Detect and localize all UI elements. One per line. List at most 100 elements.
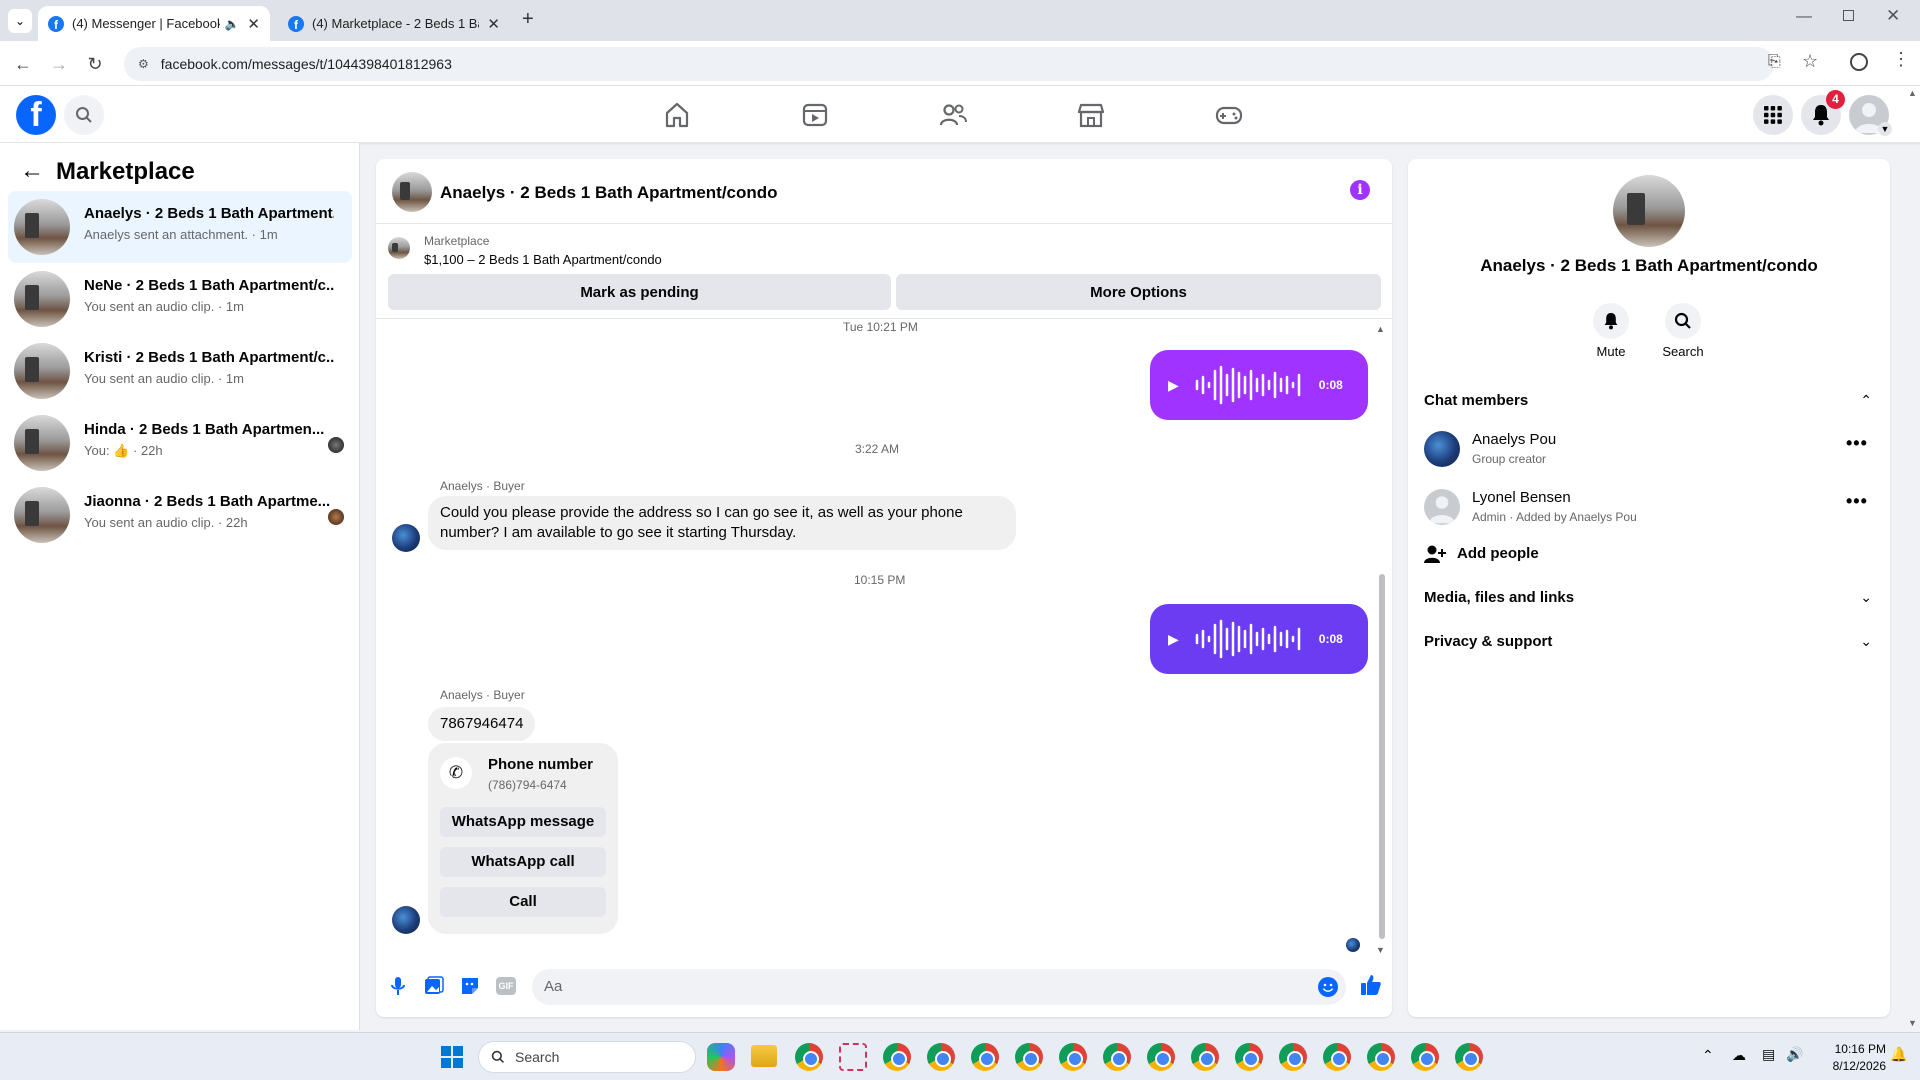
chrome-icon[interactable] [795,1043,823,1071]
mute-bell-icon[interactable] [1593,303,1629,339]
play-icon[interactable]: ▶ [1168,631,1179,648]
back-icon[interactable]: ← [10,51,36,77]
page-scroll-up-arrow[interactable]: ▲ [1908,88,1917,98]
facebook-favicon-icon: f [48,15,64,32]
facebook-logo-icon[interactable]: f [16,95,56,135]
play-icon[interactable]: ▶ [1168,377,1179,394]
chevron-up-icon[interactable]: ⌃ [1860,392,1872,409]
profile-icon[interactable] [1850,53,1868,71]
new-tab-button[interactable]: + [522,8,534,31]
reload-icon[interactable]: ↻ [82,51,108,77]
marketplace-icon[interactable] [1076,100,1106,130]
add-person-icon[interactable] [1424,544,1446,564]
bookmark-star-icon[interactable]: ☆ [1802,51,1818,72]
page-scroll-down-arrow[interactable]: ▼ [1908,1018,1917,1028]
member-avatar [1424,489,1460,525]
chrome-icon[interactable] [1323,1043,1351,1071]
chat-title[interactable]: Anaelys · 2 Beds 1 Bath Apartment/condo [440,183,778,203]
site-info-icon[interactable]: ⚙ [138,57,149,71]
gif-icon[interactable]: GIF [496,977,516,995]
chrome-icon[interactable] [1235,1043,1263,1071]
search-conversation-icon[interactable] [1665,303,1701,339]
chevron-down-icon[interactable]: ⌄ [1860,633,1872,650]
conversation-item[interactable]: Hinda · 2 Beds 1 Bath Apartmen... You: 👍… [8,407,352,479]
message-input[interactable]: Aa [532,969,1346,1005]
gaming-icon[interactable] [1214,100,1244,130]
volume-icon[interactable]: 🔊 [1786,1046,1803,1063]
audio-message[interactable]: ▶ 0:08 [1150,604,1368,674]
chrome-icon[interactable] [1279,1043,1307,1071]
conversation-title: NeNe · 2 Beds 1 Bath Apartment/c... [84,277,334,294]
listing-price[interactable]: $1,100 – 2 Beds 1 Bath Apartment/condo [424,252,662,267]
whatsapp-call-button[interactable]: WhatsApp call [440,847,606,877]
tray-chevron-up-icon[interactable]: ⌃ [1702,1047,1714,1064]
forward-icon[interactable]: → [46,51,72,77]
minimize-button[interactable]: — [1796,8,1812,26]
photo-icon[interactable] [424,976,444,996]
chrome-icon[interactable] [927,1043,955,1071]
conversation-item[interactable]: Anaelys · 2 Beds 1 Bath Apartment... Ana… [8,191,352,263]
chrome-icon[interactable] [1059,1043,1087,1071]
friends-icon[interactable] [938,100,968,130]
taskbar-search[interactable]: Search [478,1041,696,1073]
install-icon[interactable]: ⎘ [1768,53,1781,71]
back-arrow-icon[interactable]: ← [20,157,44,185]
mark-as-pending-button[interactable]: Mark as pending [388,274,891,310]
conversation-item[interactable]: Kristi · 2 Beds 1 Bath Apartment/c... Yo… [8,335,352,407]
microphone-icon[interactable] [390,976,406,996]
snipping-tool-icon[interactable] [839,1043,867,1071]
sticker-icon[interactable] [460,976,480,996]
clock-date[interactable]: 8/12/2026 [1822,1059,1886,1073]
thumbs-up-icon[interactable] [1360,974,1382,996]
notification-center-icon[interactable]: 🔔 [1890,1046,1907,1063]
scroll-up-arrow[interactable]: ▲ [1376,324,1385,334]
member-options-icon[interactable]: ••• [1846,491,1868,512]
copilot-icon[interactable] [707,1043,735,1071]
audio-message[interactable]: ▶ 0:08 [1150,350,1368,420]
media-files-links-header[interactable]: Media, files and links [1424,589,1574,606]
listing-thumbnail [14,271,70,327]
clock-time[interactable]: 10:16 PM [1822,1042,1886,1056]
member-options-icon[interactable]: ••• [1846,433,1868,454]
close-tab-icon[interactable]: ✕ [247,15,260,33]
onedrive-icon[interactable]: ☁ [1732,1047,1746,1064]
emoji-icon[interactable] [1318,977,1338,997]
conversation-item[interactable]: NeNe · 2 Beds 1 Bath Apartment/c... You … [8,263,352,335]
whatsapp-message-button[interactable]: WhatsApp message [440,807,606,837]
network-icon[interactable]: ▤ [1762,1046,1775,1063]
more-options-button[interactable]: More Options [896,274,1381,310]
menu-icon[interactable]: ⋮ [1892,49,1910,70]
chrome-icon[interactable] [1455,1043,1483,1071]
chrome-icon[interactable] [1103,1043,1131,1071]
account-chevron-icon[interactable]: ▼ [1878,122,1892,136]
conversation-item[interactable]: Jiaonna · 2 Beds 1 Bath Apartme... You s… [8,479,352,551]
info-icon[interactable]: i [1350,180,1370,200]
chrome-icon[interactable] [1191,1043,1219,1071]
chevron-down-icon[interactable]: ⌄ [1860,589,1872,606]
tab-messenger[interactable]: f (4) Messenger | Facebook 🔈 ✕ [38,6,270,41]
chrome-icon[interactable] [1147,1043,1175,1071]
call-button[interactable]: Call [440,887,606,917]
chrome-icon[interactable] [883,1043,911,1071]
file-explorer-icon[interactable] [751,1045,777,1067]
chrome-icon[interactable] [1367,1043,1395,1071]
chat-members-header[interactable]: Chat members [1424,392,1528,409]
tab-search-button[interactable]: ⌄ [8,9,32,33]
scroll-down-arrow[interactable]: ▼ [1376,945,1385,955]
privacy-support-header[interactable]: Privacy & support [1424,633,1552,650]
close-window-button[interactable]: ✕ [1886,6,1900,26]
video-icon[interactable] [800,100,830,130]
chrome-icon[interactable] [971,1043,999,1071]
tab-marketplace[interactable]: f (4) Marketplace - 2 Beds 1 Bath ✕ [278,6,510,41]
home-icon[interactable] [662,100,692,130]
search-icon[interactable] [64,95,104,135]
address-bar[interactable]: ⚙ facebook.com/messages/t/10443984018129… [124,47,1774,81]
restore-button[interactable] [1843,10,1854,21]
chrome-icon[interactable] [1411,1043,1439,1071]
windows-start-icon[interactable] [441,1046,463,1068]
close-tab-icon[interactable]: ✕ [487,15,500,33]
menu-grid-icon[interactable] [1753,95,1793,135]
add-people-button[interactable]: Add people [1457,545,1539,562]
chrome-icon[interactable] [1015,1043,1043,1071]
scrollbar-thumb[interactable] [1379,574,1385,939]
